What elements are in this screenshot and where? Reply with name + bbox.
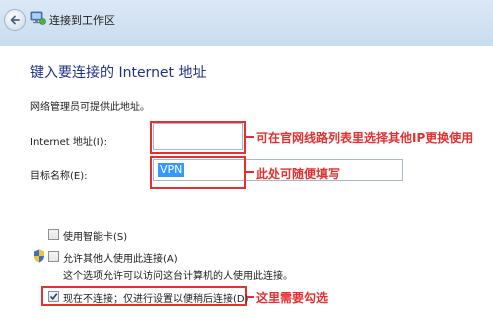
name-annotation: 此处可随便填写	[256, 167, 341, 181]
dont-connect-checkbox[interactable]	[48, 291, 59, 302]
page-heading: 键入要连接的 Internet 地址	[30, 65, 207, 81]
workplace-connection-icon	[30, 11, 46, 25]
checkbox-annotation: 这里需要勾选	[256, 291, 329, 305]
address-connector-line	[246, 136, 254, 138]
back-arrow-icon	[10, 15, 20, 25]
use-smartcard-checkbox[interactable]	[48, 229, 59, 240]
dont-connect-label: 现在不连接；仅进行设置以便稍后连接(D)	[63, 294, 249, 305]
window-title: 连接到工作区	[49, 14, 115, 27]
allow-others-checkbox[interactable]	[48, 251, 59, 262]
name-highlight-box	[150, 156, 246, 189]
title-bar: 连接到工作区	[0, 0, 493, 46]
destination-name-label: 目标名称(E):	[30, 171, 88, 182]
address-highlight-box	[150, 121, 246, 154]
address-annotation: 可在官网线路列表里选择其他IP更换使用	[256, 131, 474, 145]
allow-others-label: 允许其他人使用此连接(A)	[63, 254, 178, 265]
checkmark-icon	[49, 293, 58, 301]
uac-shield-icon	[34, 249, 44, 263]
back-button[interactable]	[4, 9, 26, 31]
checkbox-connector-line	[247, 296, 254, 298]
page-description: 网络管理员可提供此地址。	[30, 102, 150, 113]
allow-others-note: 这个选项允许可以访问这台计算机的人使用此连接。	[63, 271, 293, 282]
name-connector-line	[246, 171, 254, 173]
internet-address-label: Internet 地址(I):	[30, 137, 108, 148]
use-smartcard-label: 使用智能卡(S)	[63, 232, 128, 243]
